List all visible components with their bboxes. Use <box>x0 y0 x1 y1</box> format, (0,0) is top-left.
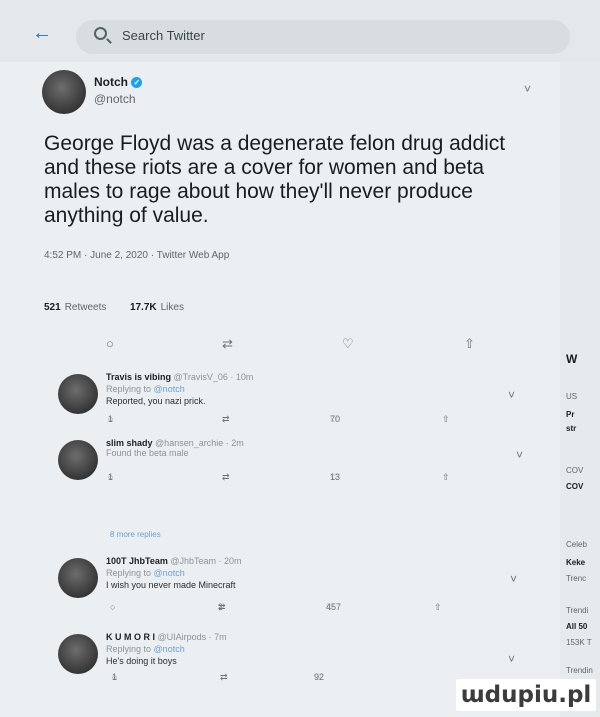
share-icon[interactable]: ⇧ <box>434 602 442 613</box>
replying-to: Replying to @notch <box>106 644 185 654</box>
trend-item[interactable]: str <box>566 424 600 433</box>
tweet-stats: 521 Retweets 17.7K Likes <box>44 302 184 313</box>
back-arrow-icon[interactable]: ← <box>32 22 52 45</box>
trend-category: Celeb <box>566 540 587 549</box>
trend-item[interactable]: Pr <box>566 410 600 419</box>
trend-category: Trenc <box>566 574 587 583</box>
retweets-count: 521 <box>44 302 61 313</box>
chevron-down-icon[interactable]: ˅ <box>516 448 523 462</box>
retweet-icon[interactable]: ⇄ <box>222 336 233 352</box>
mention-link[interactable]: @notch <box>154 644 185 654</box>
likes-label[interactable]: Likes <box>161 302 184 313</box>
trends-sidebar: W US Pr str COV COV Celeb Keke Trenc Tre… <box>560 62 600 717</box>
trend-item[interactable]: All 50 <box>566 622 600 631</box>
trend-count: 153K T <box>566 638 592 647</box>
mention-link[interactable]: @notch <box>154 384 185 394</box>
replying-to: Replying to @notch <box>106 384 185 394</box>
retweets-label[interactable]: Retweets <box>65 302 107 313</box>
share-icon[interactable]: ⇧ <box>442 414 450 425</box>
search-placeholder: Search Twitter <box>122 28 205 43</box>
reply-author[interactable]: 100T JhbTeam @JhbTeam · 20m <box>106 556 242 566</box>
reply-author[interactable]: Travis is vibing @TravisV_06 · 10m <box>106 372 253 382</box>
avatar[interactable] <box>58 558 98 598</box>
author-handle[interactable]: @notch <box>94 92 136 106</box>
tweet-meta: 4:52 PM · June 2, 2020 · Twitter Web App <box>44 250 230 261</box>
trend-category: Trendi <box>566 606 589 615</box>
search-input[interactable]: Search Twitter <box>76 20 570 54</box>
reply-text: He's doing it boys <box>106 656 177 666</box>
avatar[interactable] <box>58 374 98 414</box>
reply-text: Found the beta male <box>106 448 189 458</box>
verified-badge-icon: ✓ <box>131 77 143 88</box>
tweet-text: George Floyd was a degenerate felon drug… <box>44 132 506 227</box>
trends-heading: W <box>566 352 578 366</box>
mention-link[interactable]: @notch <box>154 568 185 578</box>
trend-item[interactable]: COV <box>566 482 600 491</box>
share-icon[interactable]: ⇧ <box>442 472 450 483</box>
more-replies-link[interactable]: 8 more replies <box>110 530 161 539</box>
reply-item[interactable]: Travis is vibing @TravisV_06 · 10m Reply… <box>0 370 560 440</box>
reply-text: Reported, you nazi prick. <box>106 396 206 406</box>
author-name: Notch <box>94 75 128 89</box>
likes-count: 17.7K <box>129 302 157 313</box>
trend-category: COV <box>566 466 584 475</box>
top-bar: ← Search Twitter <box>0 0 600 62</box>
search-icon <box>94 27 107 40</box>
chevron-down-icon[interactable]: ˅ <box>508 652 515 666</box>
chevron-down-icon[interactable]: ˅ <box>524 82 531 96</box>
trend-category: US <box>566 392 578 401</box>
main-timeline: Notch ✓ @notch ˅ George Floyd was a dege… <box>0 62 560 717</box>
reply-author[interactable]: slim shady @hansen_archie · 2m <box>106 438 244 448</box>
avatar[interactable] <box>58 440 98 480</box>
trend-item[interactable]: Keke <box>566 558 600 567</box>
watermark-logo: ɯdupiu.pl <box>456 679 596 711</box>
avatar[interactable] <box>58 634 98 674</box>
share-icon[interactable]: ⇧ <box>464 336 475 352</box>
reply-item[interactable]: slim shady @hansen_archie · 2m Found the… <box>0 436 560 496</box>
tweet-actions: ○ ⇄ ♡ ⇧ <box>0 336 560 356</box>
replying-to: Replying to @notch <box>106 568 185 578</box>
reply-item[interactable]: 100T JhbTeam @JhbTeam · 20m Replying to … <box>0 554 560 626</box>
tweet-author[interactable]: Notch ✓ <box>94 75 143 89</box>
trend-category: Trendin <box>566 666 593 675</box>
chevron-down-icon[interactable]: ˅ <box>510 572 517 586</box>
reply-icon[interactable]: ○ <box>106 336 114 351</box>
reply-text: I wish you never made Minecraft <box>106 580 236 590</box>
reply-author[interactable]: K U M O R I @UIAirpods · 7m <box>106 632 227 642</box>
like-icon[interactable]: ♡ <box>342 336 354 352</box>
avatar[interactable] <box>42 70 86 114</box>
chevron-down-icon[interactable]: ˅ <box>508 388 515 402</box>
